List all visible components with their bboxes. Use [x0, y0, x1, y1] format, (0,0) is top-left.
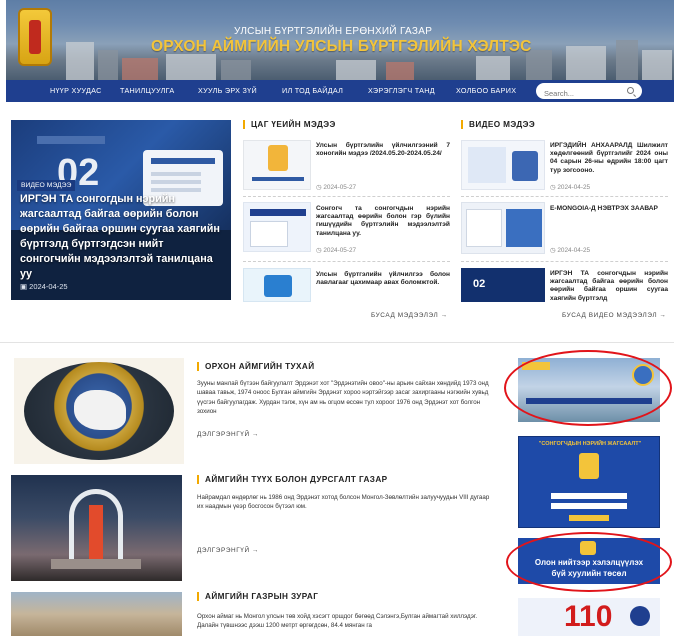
video-item-title[interactable]: ИРГЭДИЙН АНХААРАЛД Шилжилт хөдөлгөөний б… [550, 142, 668, 175]
header-building [336, 60, 376, 80]
header-subtitle: УЛСЫН БҮРТГЭЛИЙН ЕРӨНХИЙ ГАЗАР [234, 26, 433, 37]
page: УЛСЫН БҮРТГЭЛИЙН ЕРӨНХИЙ ГАЗАР ОРХОН АЙМ… [0, 0, 674, 636]
red-annotation-oval [506, 532, 672, 592]
monument-image[interactable] [11, 475, 182, 581]
document-icon [268, 145, 288, 171]
news-heading: ЦАГ ҮЕИЙН МЭДЭЭ [243, 120, 336, 129]
police-badge-icon [630, 606, 650, 626]
news-item-date-text: 2024-05-27 [323, 184, 357, 191]
section-divider [0, 342, 674, 343]
map-image[interactable] [11, 592, 182, 636]
video-item-date: ◷ 2024-04-25 [550, 184, 591, 191]
nav-item-for-users[interactable]: ХЭРЭГЛЭГЧ ТАНД [368, 86, 435, 95]
search-box [536, 83, 642, 101]
separator [461, 196, 668, 197]
hero-date-text: 2024-04-25 [29, 282, 68, 291]
hero-logo [37, 136, 105, 144]
header-building [642, 50, 672, 80]
separator [243, 196, 450, 197]
main-nav: НҮҮР ХУУДАС ТАНИЛЦУУЛГА ХУУЛЬ ЭРХ ЗҮЙ ИЛ… [6, 80, 674, 102]
map-text: Орхон аймаг нь Монгол улсын төв хойд хэс… [197, 613, 478, 630]
video-item-date-text: 2024-04-25 [557, 247, 591, 254]
history-text: Найрамдал өндөрлөг нь 1986 онд Эрдэнэт х… [197, 494, 490, 511]
history-heading: АЙМГИЙН ТҮҮХ БОЛОН ДУРСГАЛТ ГАЗАР [197, 475, 388, 484]
video-heading: ВИДЕО МЭДЭЭ [461, 120, 535, 129]
header-building [98, 50, 118, 80]
thumb-card [466, 209, 502, 247]
header-building [616, 40, 638, 80]
banner-button-mock [569, 515, 609, 521]
thumb-bar [252, 177, 304, 181]
orkhon-emblem-image[interactable] [14, 358, 184, 464]
thumb-card [506, 209, 542, 247]
hotline-number: 110 [564, 600, 613, 633]
site-header: УЛСЫН БҮРТГЭЛИЙН ЕРӨНХИЙ ГАЗАР ОРХОН АЙМ… [6, 0, 674, 80]
search-input[interactable] [544, 86, 628, 101]
header-title[interactable]: ОРХОН АЙМГИЙН УЛСЫН БҮРТГЭЛИЙН ХЭЛТЭС [151, 38, 532, 56]
hero-title[interactable]: ИРГЭН ТА сонгогдын нэрийн жагсаалтад бай… [20, 192, 225, 282]
hero-feature[interactable]: 02 ВИДЕО МЭДЭЭ ИРГЭН ТА сонгогдын нэрийн… [11, 120, 231, 300]
header-building [66, 42, 94, 80]
news-item-title[interactable]: Сонгогч та сонгогчдын нэрийн жагсаалтад … [316, 205, 450, 238]
hero-date: ▣ 2024-04-25 [20, 282, 68, 291]
soyombo-icon [579, 453, 599, 479]
news-more-link[interactable]: БУСАД МЭДЭЭЛЭЛ → [371, 312, 448, 319]
calendar-icon [468, 147, 506, 183]
video-item-title[interactable]: ИРГЭН ТА сонгогчдын нэрийн жагсаалтад ба… [550, 270, 668, 303]
map-heading: АЙМГИЙН ГАЗРЫН ЗУРАГ [197, 592, 318, 601]
thumb-number: 02 [473, 278, 486, 290]
video-item-title[interactable]: E-MONGOIA-Д НЭВТРЭХ ЗААВАР [550, 205, 668, 213]
news-item-date: ◷ 2024-05-27 [316, 247, 357, 254]
banner-voter-list[interactable]: "СОНГОГЧДЫН НЭРИЙН ЖАГСААЛТ" [518, 436, 660, 528]
header-building [122, 58, 158, 80]
banner-hotline[interactable]: 110 [518, 598, 660, 636]
thumb-bar [250, 209, 306, 216]
nav-item-law[interactable]: ХУУЛЬ ЭРХ ЗҮЙ [198, 86, 257, 95]
about-text: Зууны манлай бүтээн байгуулалт Эрдэнэт х… [197, 380, 489, 416]
header-building [476, 56, 510, 80]
news-item-date: ◷ 2024-05-27 [316, 184, 357, 191]
thumb-card [264, 275, 292, 297]
video-thumb[interactable] [461, 140, 545, 190]
search-icon[interactable] [627, 87, 634, 94]
soyombo-emblem-icon[interactable] [18, 8, 52, 66]
history-more-link[interactable]: ДЭЛГЭРЭНГҮЙ → [197, 547, 259, 554]
header-building [566, 46, 606, 80]
news-thumb[interactable] [243, 202, 311, 252]
video-item-date-text: 2024-04-25 [557, 184, 591, 191]
nav-item-transparency[interactable]: ИЛ ТОД БАЙДАЛ [282, 86, 343, 95]
thumb-card [250, 221, 288, 247]
lion-figure [74, 390, 126, 430]
hero-tag[interactable]: ВИДЕО МЭДЭЭ [17, 180, 76, 191]
about-heading: ОРХОН АЙМГИЙН ТУХАЙ [197, 362, 315, 371]
nav-item-about[interactable]: ТАНИЛЦУУЛГА [120, 86, 174, 95]
news-thumb[interactable] [243, 140, 311, 190]
video-thumb[interactable] [461, 202, 545, 254]
monument-base [51, 559, 141, 569]
video-thumb[interactable]: 02 [461, 268, 545, 302]
about-more-link[interactable]: ДЭЛГЭРЭНГҮЙ → [197, 431, 259, 438]
red-annotation-oval [504, 350, 672, 426]
thumb-card [512, 151, 538, 181]
separator [461, 261, 668, 262]
banner-input-mock [551, 503, 627, 509]
news-item-date-text: 2024-05-27 [323, 247, 357, 254]
header-building [386, 62, 414, 80]
video-more-link[interactable]: БУСАД ВИДЕО МЭДЭЭЛЭЛ → [562, 312, 667, 319]
header-building [221, 60, 251, 80]
nav-item-contact[interactable]: ХОЛБОО БАРИХ [456, 86, 516, 95]
news-thumb[interactable] [243, 268, 311, 302]
banner-input-mock [551, 493, 627, 499]
separator [243, 261, 450, 262]
news-item-title[interactable]: Улсын бүртгэлийн үйлчилгээ болон лавлага… [316, 271, 450, 287]
video-item-date: ◷ 2024-04-25 [550, 247, 591, 254]
news-item-title[interactable]: Улсын бүртгэлийн үйлчилгээний 7 хоногийн… [316, 142, 450, 158]
header-building [166, 54, 216, 80]
nav-item-home[interactable]: НҮҮР ХУУДАС [50, 86, 102, 95]
banner-voter-title: "СОНГОГЧДЫН НЭРИЙН ЖАГСААЛТ" [538, 441, 642, 447]
monument-pillar [89, 505, 103, 561]
